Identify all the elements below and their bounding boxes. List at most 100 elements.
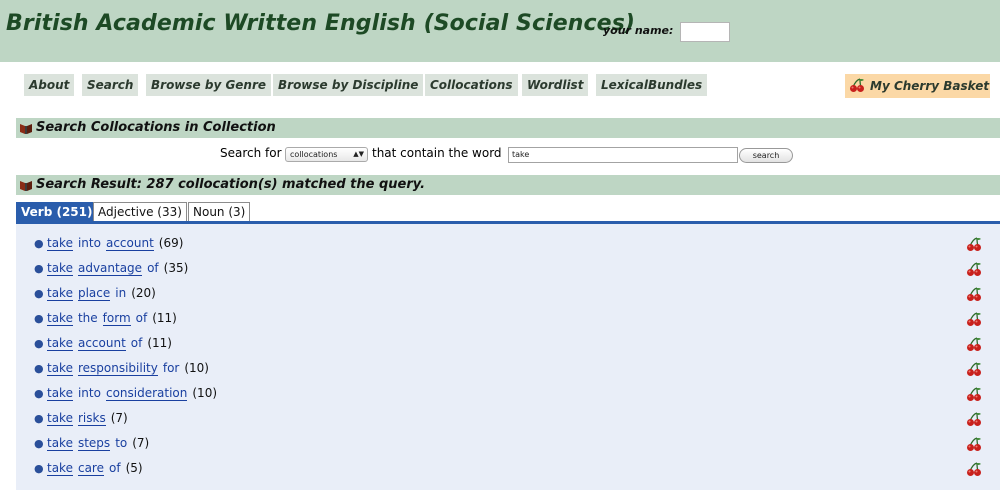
list-item: ● take advantage of (35) [16,257,1000,282]
cherry-icon[interactable] [966,286,982,305]
collocation-word-link[interactable]: account [105,236,154,251]
collocation-word-link[interactable]: of [136,311,148,325]
collocation-word-link[interactable]: take [47,436,73,451]
collocation-word-link[interactable]: take [47,311,73,326]
collocation-word-link[interactable]: form [102,311,131,326]
tab-verb[interactable]: Verb (251) [16,202,98,222]
collocation-count: (69) [158,236,184,250]
collocation-phrase: take risks (7) [47,411,128,426]
collocation-word-link[interactable]: take [47,461,73,476]
collocation-word-link[interactable]: of [131,336,143,350]
collocation-word-link[interactable]: take [47,236,73,251]
nav-wordlist[interactable]: Wordlist [522,74,589,96]
collocation-word-link[interactable]: into [78,386,101,400]
cherry-icon[interactable] [966,261,982,280]
collocation-word-link[interactable]: for [163,361,180,375]
list-item: ● take place in (20) [16,282,1000,307]
collocation-count: (11) [147,336,172,350]
collocation-word-link[interactable]: account [77,336,126,351]
nav-browse-genre[interactable]: Browse by Genre [146,74,272,96]
list-item: ● take risks (7) [16,407,1000,432]
search-button[interactable]: search [739,148,793,163]
collocation-count: (11) [152,311,177,325]
bullet-icon: ● [34,287,44,300]
result-section-header: Search Result: 287 collocation(s) matche… [16,175,1000,195]
collocation-phrase: take responsibility for (10) [47,361,209,376]
results-list: ● take into account (69) ● take advantage of (35)… [16,224,1000,490]
search-for-label: Search for [220,146,282,160]
cherry-icon [849,77,865,101]
collocation-word-link[interactable]: of [147,261,159,275]
name-input[interactable] [680,22,730,42]
collocation-word-link[interactable]: into [78,236,101,250]
bullet-icon: ● [34,437,44,450]
cherry-icon[interactable] [966,461,982,480]
collocation-word-link[interactable]: to [115,436,127,450]
list-item: ● take steps to (7) [16,432,1000,457]
cherry-icon[interactable] [966,236,982,255]
bullet-icon: ● [34,312,44,325]
bullet-icon: ● [34,362,44,375]
collocation-word-link[interactable]: of [109,461,121,475]
search-section-header: Search Collocations in Collection [16,118,1000,138]
cherry-icon[interactable] [966,436,982,455]
collocation-phrase: take account of (11) [47,336,172,351]
search-type-value: collocations [290,150,338,159]
collocation-word-link[interactable]: advantage [77,261,143,276]
book-icon [19,179,33,199]
collocation-word-link[interactable]: take [47,336,73,351]
nav-collocations[interactable]: Collocations [425,74,518,96]
tab-adjective[interactable]: Adjective (33) [93,202,187,222]
nav-about[interactable]: About [24,74,75,96]
collocation-word-link[interactable]: care [77,461,104,476]
collocation-phrase: take advantage of (35) [47,261,189,276]
collocation-word-link[interactable]: risks [77,411,106,426]
nav-browse-discipline[interactable]: Browse by Discipline [273,74,424,96]
cherry-icon[interactable] [966,311,982,330]
cherry-icon[interactable] [966,361,982,380]
name-label: your name: [603,24,674,37]
bullet-icon: ● [34,412,44,425]
list-item: ● take responsibility for (10) [16,357,1000,382]
list-item: ● take the form of (11) [16,307,1000,332]
site-header: British Academic Written English (Social… [0,0,1000,62]
cherry-icon[interactable] [966,336,982,355]
bullet-icon: ● [34,262,44,275]
nav-lexical-bundles[interactable]: LexicalBundles [596,74,708,96]
collocation-word-link[interactable]: responsibility [77,361,158,376]
cherry-basket-label: My Cherry Basket [870,79,990,93]
bullet-icon: ● [34,337,44,350]
cherry-icon[interactable] [966,411,982,430]
collocation-word-link[interactable]: take [47,286,73,301]
list-item: ● take into account (69) [16,232,1000,257]
collocation-phrase: take place in (20) [47,286,156,301]
my-cherry-basket-button[interactable]: My Cherry Basket [845,74,990,98]
collocation-count: (10) [184,361,209,375]
collocation-word-link[interactable]: in [115,286,126,300]
collocation-word-link[interactable]: take [47,261,73,276]
cherry-icon[interactable] [966,386,982,405]
collocation-word-link[interactable]: place [77,286,111,301]
collocation-word-link[interactable]: take [47,411,73,426]
collocation-count: (7) [110,411,128,425]
bullet-icon: ● [34,237,44,250]
site-title: British Academic Written English (Social… [6,11,636,36]
contain-word-label: that contain the word [372,146,502,160]
collocation-word-link[interactable]: take [47,386,73,401]
nav-search[interactable]: Search [82,74,139,96]
word-input[interactable]: take [508,147,738,163]
main-nav: About Search Browse by Genre Browse by D… [0,62,1000,114]
bullet-icon: ● [34,387,44,400]
tab-noun[interactable]: Noun (3) [188,202,251,222]
collocation-count: (5) [125,461,143,475]
collocation-phrase: take into consideration (10) [47,386,217,401]
search-type-select[interactable]: collocations ▲▼ [285,147,368,162]
collocation-word-link[interactable]: take [47,361,73,376]
select-arrows-icon: ▲▼ [353,150,364,158]
collocation-phrase: take steps to (7) [47,436,149,451]
collocation-word-link[interactable]: steps [77,436,111,451]
search-section-title: Search Collocations in Collection [36,120,276,135]
collocation-word-link[interactable]: consideration [105,386,188,401]
collocation-count: (35) [163,261,189,275]
collocation-word-link[interactable]: the [78,311,98,325]
